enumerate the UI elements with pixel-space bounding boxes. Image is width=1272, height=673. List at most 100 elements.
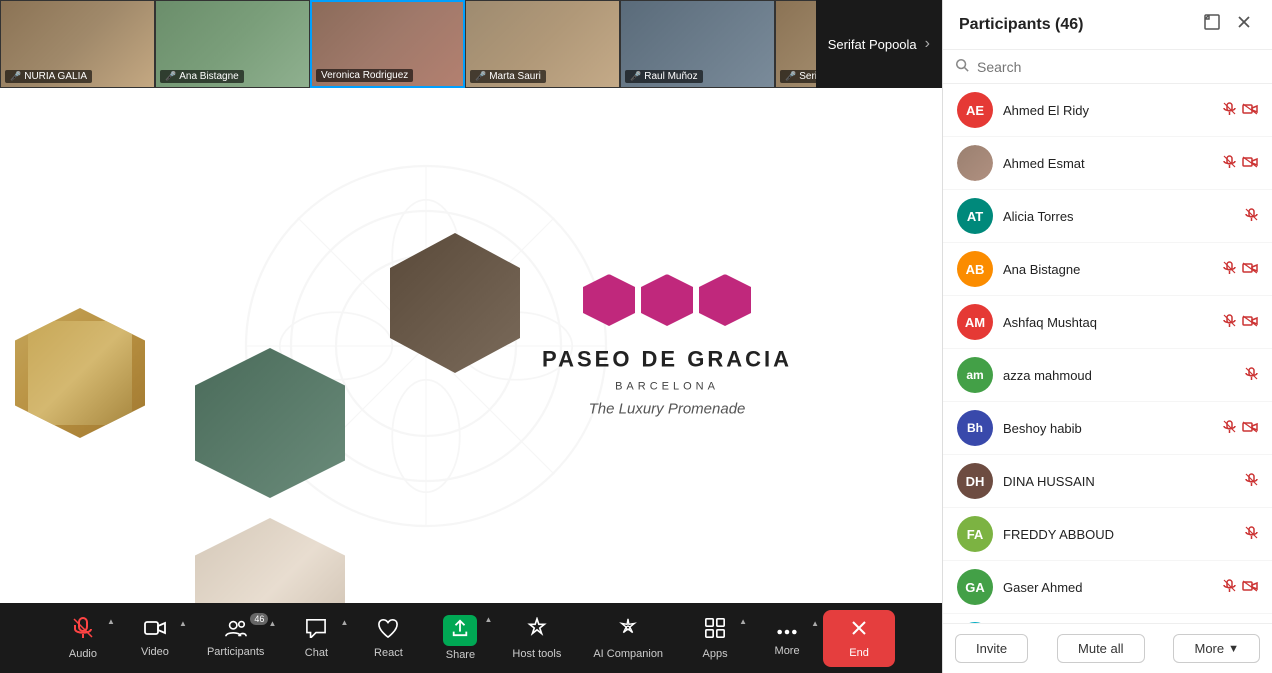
list-item: am azza mahmoud: [943, 349, 1272, 402]
more-button[interactable]: More ▲: [751, 613, 823, 663]
participant-controls: [1223, 261, 1258, 278]
panel-title: Participants (46): [959, 16, 1084, 34]
video-button[interactable]: Video ▲: [119, 613, 191, 664]
mic-muted-icon: [1245, 473, 1258, 490]
participant-controls: [1223, 579, 1258, 596]
mic-muted-icon: [1223, 420, 1236, 437]
video-icon: [144, 619, 166, 643]
more-chevron-icon: ▲: [811, 619, 819, 628]
popout-button[interactable]: [1200, 12, 1224, 37]
participants-badge: 46: [250, 613, 268, 625]
thumb-name-2: Veronica Rodriguez: [321, 70, 408, 81]
panel-actions: [1200, 12, 1256, 37]
end-button[interactable]: End: [823, 610, 895, 667]
avatar: GA: [957, 569, 993, 605]
mic-muted-icon: [1245, 367, 1258, 384]
participant-name: Ahmed Esmat: [1003, 156, 1213, 171]
ai-companion-button[interactable]: AI Companion: [577, 611, 679, 666]
search-bar: [943, 50, 1272, 84]
thumb-name-1: Ana Bistagne: [179, 71, 239, 82]
share-label: Share: [446, 649, 475, 661]
mute-all-button[interactable]: Mute all: [1057, 634, 1145, 663]
hex-photo-1: [15, 308, 145, 438]
audio-button[interactable]: Audio ▲: [47, 611, 119, 666]
invite-button[interactable]: Invite: [955, 634, 1028, 663]
chevron-right-icon[interactable]: ›: [925, 35, 930, 53]
avatar: AE: [957, 92, 993, 128]
video-thumb-3[interactable]: 🎤 Marta Sauri: [465, 0, 620, 88]
main-presentation: PASEO DE GRACIA BARCELONA The Luxury Pro…: [0, 88, 942, 603]
participant-name: FREDDY ABBOUD: [1003, 527, 1235, 542]
apps-label: Apps: [703, 648, 728, 660]
cam-muted-icon: [1242, 156, 1258, 171]
hex-photo-4: [195, 518, 345, 603]
share-button[interactable]: Share ▲: [424, 609, 496, 667]
chat-button[interactable]: Chat ▲: [280, 612, 352, 665]
participant-controls: [1223, 420, 1258, 437]
participant-controls: [1223, 314, 1258, 331]
search-input[interactable]: [977, 59, 1260, 75]
participant-name: Gaser Ahmed: [1003, 580, 1213, 595]
more-options-button[interactable]: More ▼: [1173, 634, 1260, 663]
thumb-name-0: NURIA GALIA: [24, 71, 87, 82]
hex-photo-2: [195, 348, 345, 498]
hex-photos-container: [0, 88, 942, 603]
participant-controls: [1245, 526, 1258, 543]
mic-muted-icon: [1245, 208, 1258, 225]
video-thumb-1[interactable]: 🎤 Ana Bistagne: [155, 0, 310, 88]
search-icon: [955, 58, 969, 75]
avatar: AB: [957, 251, 993, 287]
mic-muted-icon: [1223, 579, 1236, 596]
participants-panel: Participants (46): [942, 0, 1272, 673]
participant-name: DINA HUSSAIN: [1003, 474, 1235, 489]
video-thumb-0[interactable]: 🎤 NURIA GALIA: [0, 0, 155, 88]
chat-label: Chat: [305, 647, 328, 659]
thumb-name-4: Raul Muñoz: [644, 71, 697, 82]
participants-button[interactable]: Participants 46 ▲: [191, 613, 280, 664]
video-label: Video: [141, 646, 169, 658]
avatar: FA: [957, 516, 993, 552]
apps-icon: [704, 617, 726, 645]
participants-list: AE Ahmed El Ridy: [943, 84, 1272, 623]
avatar: GS: [957, 622, 993, 623]
list-item: AT Alicia Torres: [943, 190, 1272, 243]
brand-tagline: The Luxury Promenade: [589, 400, 746, 417]
featured-speaker-label: Serifat Popoola ›: [816, 0, 942, 88]
react-button[interactable]: React: [352, 612, 424, 665]
host-tools-button[interactable]: Host tools: [496, 611, 577, 666]
video-strip: 🎤 NURIA GALIA 🎤 Ana Bistagne Veronica Ro…: [0, 0, 942, 88]
mic-muted-icon: [1245, 526, 1258, 543]
video-thumb-2[interactable]: Veronica Rodriguez: [310, 0, 465, 88]
more-chevron-icon: ▼: [1228, 643, 1239, 655]
ai-companion-icon: [617, 617, 639, 645]
audio-label: Audio: [69, 648, 97, 660]
avatar: AT: [957, 198, 993, 234]
chat-icon: [305, 618, 327, 644]
share-icon: [443, 615, 477, 646]
mic-muted-icon: [1223, 261, 1236, 278]
avatar: Bh: [957, 410, 993, 446]
hex-photo-3: [390, 233, 520, 373]
end-label: End: [849, 647, 869, 659]
close-panel-button[interactable]: [1232, 12, 1256, 37]
mic-muted-icon-3: 🎤: [475, 71, 486, 82]
video-thumb-4[interactable]: 🎤 Raul Muñoz: [620, 0, 775, 88]
participant-name: Beshoy habib: [1003, 421, 1213, 436]
audio-chevron-icon: ▲: [107, 617, 115, 626]
participant-controls: [1223, 155, 1258, 172]
cam-muted-icon: [1242, 315, 1258, 330]
avatar: [957, 145, 993, 181]
brand-hex-2: [641, 274, 693, 326]
more-label: More: [775, 645, 800, 657]
brand-area: PASEO DE GRACIA BARCELONA The Luxury Pro…: [542, 274, 792, 417]
list-item: DH DINA HUSSAIN: [943, 455, 1272, 508]
list-item: AE Ahmed El Ridy: [943, 84, 1272, 137]
avatar: DH: [957, 463, 993, 499]
host-tools-label: Host tools: [512, 648, 561, 660]
participants-icon: [225, 619, 247, 643]
apps-button[interactable]: Apps ▲: [679, 611, 751, 666]
audio-icon: [72, 617, 94, 645]
end-icon: [849, 618, 869, 644]
participants-chevron-icon: ▲: [269, 619, 277, 628]
cam-muted-icon: [1242, 262, 1258, 277]
